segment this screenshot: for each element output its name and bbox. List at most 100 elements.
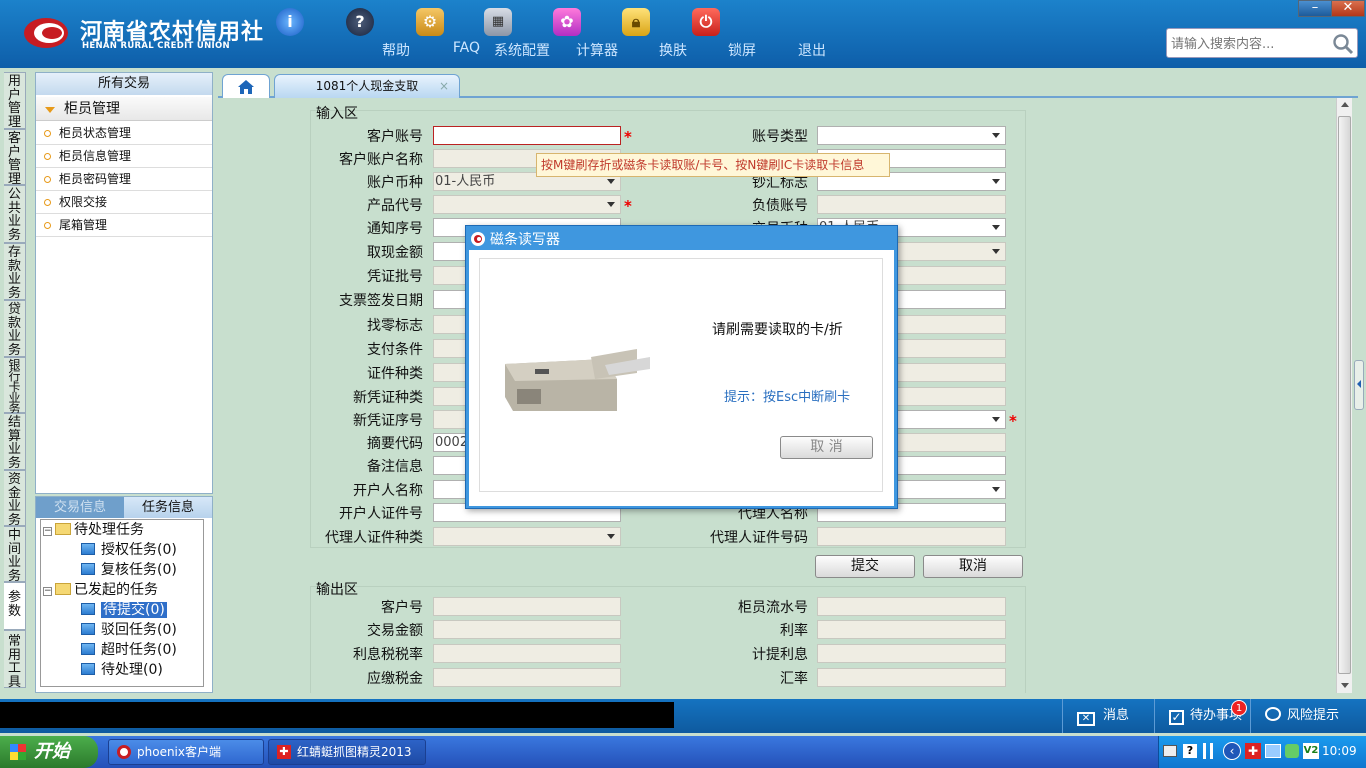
- close-button[interactable]: ✕: [1331, 0, 1365, 17]
- list-icon: [81, 663, 95, 675]
- vtab-user-management[interactable]: 用户管理: [4, 72, 26, 129]
- keyboard-icon[interactable]: [1163, 745, 1177, 757]
- minimize-button[interactable]: –: [1298, 0, 1332, 17]
- todo-count-badge: 1: [1231, 700, 1247, 716]
- category-teller-management[interactable]: 柜员管理: [36, 97, 212, 121]
- risk-alert-button[interactable]: 风险提示: [1250, 699, 1360, 733]
- calculator-icon: ▦: [484, 8, 512, 36]
- help-tray-icon[interactable]: ?: [1183, 744, 1197, 758]
- bullet-icon: [44, 130, 51, 137]
- toolbar-skin-button[interactable]: ✿ 换肤: [535, 8, 687, 60]
- search-box[interactable]: [1166, 28, 1358, 58]
- v2-icon[interactable]: V2: [1303, 743, 1319, 759]
- menu-item-teller-password[interactable]: 柜员密码管理: [36, 168, 212, 191]
- dropdown-arrow-icon: [607, 534, 615, 539]
- tree-leaf-review-tasks[interactable]: 复核任务(0): [81, 560, 177, 580]
- all-transactions-header[interactable]: 所有交易: [36, 73, 212, 95]
- tab-task-info[interactable]: 任务信息: [124, 497, 212, 518]
- scroll-thumb[interactable]: [1338, 116, 1351, 674]
- label-account-name: 客户账户名称: [339, 152, 423, 168]
- collapse-icon[interactable]: −: [43, 527, 52, 536]
- tax-payable-output: [433, 668, 621, 687]
- collapse-icon[interactable]: −: [43, 587, 52, 596]
- label-id-type: 证件种类: [367, 366, 423, 382]
- submit-button[interactable]: 提交: [815, 555, 915, 578]
- scroll-down-icon[interactable]: [1341, 683, 1349, 688]
- list-icon: [81, 643, 95, 655]
- messages-button[interactable]: ✕ 消息: [1062, 699, 1154, 733]
- output-section-title: 输出区: [316, 582, 358, 598]
- dialog-body: 请刷需要读取的卡/折 提示：按Esc中断刷卡 取 消: [469, 250, 894, 506]
- label-tax-payable: 应缴税金: [367, 671, 423, 687]
- toolbar-faq-button[interactable]: ? FAQ: [328, 8, 480, 60]
- tab-transaction-info[interactable]: 交易信息: [36, 497, 124, 518]
- windows-taskbar: 开始 phoenix客户端 ✚ 红蜻蜓抓图精灵2013 ? ‹ ✚ V2 10:…: [0, 736, 1366, 768]
- vtab-public-business[interactable]: 公共业务: [4, 185, 26, 243]
- task-phoenix-client[interactable]: phoenix客户端: [108, 739, 264, 765]
- liability-account-input[interactable]: [817, 195, 1006, 214]
- vtab-parameters[interactable]: 参数: [4, 582, 26, 630]
- tree-leaf-auth-tasks[interactable]: 授权任务(0): [81, 540, 177, 560]
- tree-leaf-rejected[interactable]: 驳回任务(0): [81, 620, 177, 640]
- search-icon[interactable]: [1331, 32, 1355, 56]
- vtab-fund-business[interactable]: 资金业务: [4, 470, 26, 527]
- account-type-select[interactable]: [817, 126, 1006, 145]
- messages-label: 消息: [1103, 708, 1130, 723]
- agent-id-type-select[interactable]: [433, 527, 621, 546]
- label-new-voucher-type: 新凭证种类: [353, 390, 423, 406]
- display-icon[interactable]: [1265, 744, 1281, 758]
- label-exchange-rate: 汇率: [780, 671, 808, 687]
- interest-rate-output: [817, 620, 1006, 639]
- card-reader-dialog: 磁条读写器 请刷需要读取的卡/折 提示：按Esc中断刷卡 取 消: [465, 225, 898, 509]
- dropdown-arrow-icon: [992, 133, 1000, 138]
- tree-node-pending-tasks[interactable]: − 待处理任务: [43, 520, 144, 540]
- agent-id-number-input[interactable]: [817, 527, 1006, 546]
- vtab-common-tools[interactable]: 常用工具: [4, 630, 26, 689]
- search-input[interactable]: [1171, 34, 1326, 54]
- toolbar-help-button[interactable]: i 帮助: [258, 8, 410, 60]
- menu-item-tail-box[interactable]: 尾箱管理: [36, 214, 212, 237]
- tree-leaf-pending[interactable]: 待处理(0): [81, 660, 163, 680]
- toolbar-lock-button[interactable]: 🔒︎ 锁屏: [604, 8, 756, 60]
- vtab-intermediary-business[interactable]: 中间业务: [4, 526, 26, 583]
- vertical-scrollbar[interactable]: [1336, 98, 1352, 693]
- tab-cash-withdrawal[interactable]: 1081个人现金支取 ×: [274, 74, 460, 98]
- tab-home[interactable]: [222, 74, 270, 98]
- label-withdraw-amount: 取现金额: [367, 245, 423, 261]
- network-icon[interactable]: [1203, 743, 1213, 759]
- security-icon[interactable]: [1285, 744, 1299, 758]
- category-label: 柜员管理: [64, 101, 120, 117]
- task-screenshot-tool[interactable]: ✚ 红蜻蜓抓图精灵2013: [268, 739, 426, 765]
- teller-serial-output: [817, 597, 1006, 616]
- customer-account-input[interactable]: [433, 126, 621, 145]
- menu-item-teller-info[interactable]: 柜员信息管理: [36, 145, 212, 168]
- vtab-settlement-business[interactable]: 结算业务: [4, 413, 26, 470]
- capture-tray-icon[interactable]: ✚: [1245, 743, 1261, 759]
- tree-node-initiated-tasks[interactable]: − 已发起的任务: [43, 580, 158, 600]
- vtab-customer-management[interactable]: 客户管理: [4, 129, 26, 186]
- product-code-select[interactable]: [433, 195, 621, 214]
- tree-leaf-to-submit[interactable]: 待提交(0): [81, 600, 167, 620]
- scroll-up-icon[interactable]: [1341, 102, 1349, 107]
- toolbar-exit-button[interactable]: ⏻ 退出: [674, 8, 826, 60]
- tree-leaf-label: 复核任务(0): [101, 562, 177, 578]
- tab-close-icon[interactable]: ×: [439, 75, 449, 97]
- menu-item-teller-status[interactable]: 柜员状态管理: [36, 122, 212, 145]
- menu-item-permission-handover[interactable]: 权限交接: [36, 191, 212, 214]
- cancel-button[interactable]: 取消: [923, 555, 1023, 578]
- checkbox-icon: ✓: [1169, 710, 1184, 725]
- label-agent-id-number: 代理人证件号码: [710, 530, 808, 546]
- toolbar-calculator-button[interactable]: ▦ 计算器: [466, 8, 618, 60]
- vtab-deposit-business[interactable]: 存款业务: [4, 243, 26, 300]
- toolbar-settings-button[interactable]: ⚙ 系统配置: [398, 8, 550, 60]
- chevron-left-tray-icon[interactable]: ‹: [1223, 742, 1241, 760]
- vtab-loan-business[interactable]: 贷款业务: [4, 300, 26, 357]
- tree-leaf-timeout[interactable]: 超时任务(0): [81, 640, 177, 660]
- vtab-bankcard-business[interactable]: 银行卡业务: [4, 357, 26, 415]
- side-collapse-handle[interactable]: [1354, 360, 1364, 410]
- bullet-icon: [44, 153, 51, 160]
- dialog-cancel-button[interactable]: 取 消: [780, 436, 873, 459]
- app-header: 河南省农村信用社 HENAN RURAL CREDIT UNION i 帮助 ?…: [0, 0, 1366, 68]
- start-button[interactable]: 开始: [0, 736, 98, 768]
- dialog-message: 请刷需要读取的卡/折: [712, 322, 843, 338]
